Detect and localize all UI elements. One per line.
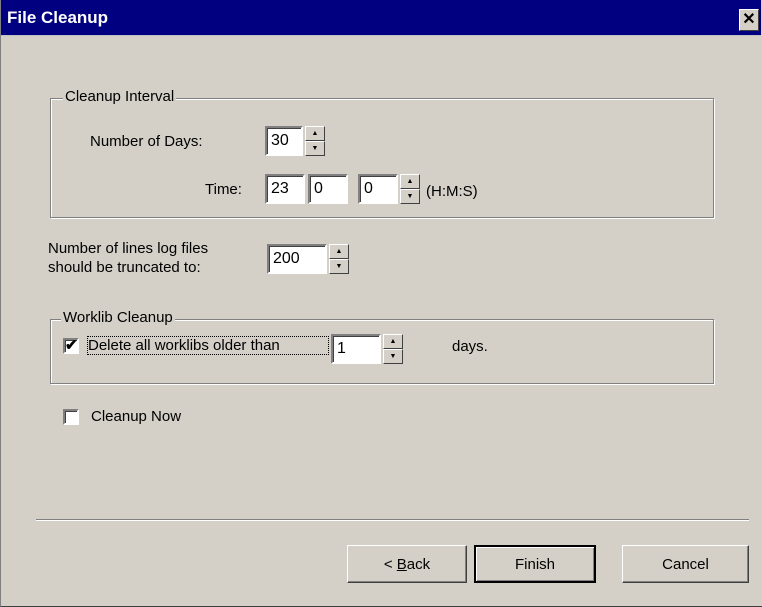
log-truncate-label-line2: should be truncated to: (48, 259, 201, 276)
dialog-title: File Cleanup (7, 8, 109, 27)
check-mark-icon: ✔ (65, 337, 78, 354)
close-button[interactable]: ✕ (739, 9, 759, 31)
time-format-label: (H:M:S) (426, 183, 478, 200)
title-bar[interactable]: File Cleanup ✕ (1, 0, 761, 36)
worklib-cleanup-group-title: Worklib Cleanup (61, 309, 175, 326)
delete-worklibs-checkbox[interactable]: ✔ (63, 338, 79, 354)
spin-down-icon[interactable]: ▼ (400, 189, 420, 204)
back-button-mnemonic: B (396, 555, 407, 573)
finish-button[interactable]: Finish (474, 545, 596, 583)
log-lines-spinner[interactable]: ▲ ▼ (329, 244, 349, 274)
back-button-prefix: < (383, 555, 397, 573)
file-cleanup-dialog: File Cleanup ✕ Cleanup Interval Number o… (0, 0, 762, 607)
spin-up-icon[interactable]: ▲ (400, 174, 420, 189)
number-of-days-field[interactable]: 30 (265, 126, 303, 156)
spin-up-icon[interactable]: ▲ (305, 126, 325, 141)
log-lines-field[interactable]: 200 (267, 244, 327, 274)
worklib-days-suffix: days. (452, 338, 488, 355)
back-button[interactable]: < Back (347, 545, 467, 583)
cancel-button-label: Cancel (662, 555, 709, 573)
back-button-rest: ack (406, 555, 431, 573)
spin-up-icon[interactable]: ▲ (329, 244, 349, 259)
cleanup-now-label[interactable]: Cleanup Now (91, 408, 181, 425)
seconds-field[interactable]: 0 (358, 174, 398, 204)
time-label: Time: (205, 181, 242, 198)
close-icon: ✕ (742, 11, 756, 28)
number-of-days-spinner[interactable]: ▲ ▼ (305, 126, 325, 156)
cleanup-interval-group-title: Cleanup Interval (63, 88, 177, 105)
hours-field[interactable]: 23 (265, 174, 305, 204)
spin-down-icon[interactable]: ▼ (329, 259, 349, 274)
cancel-button[interactable]: Cancel (622, 545, 749, 583)
log-truncate-label-line1: Number of lines log files (48, 240, 209, 257)
spin-down-icon[interactable]: ▼ (383, 349, 403, 364)
worklib-days-spinner[interactable]: ▲ ▼ (383, 334, 403, 364)
cleanup-now-checkbox[interactable] (63, 409, 79, 425)
number-of-days-label: Number of Days: (90, 133, 203, 150)
finish-button-label: Finish (514, 555, 555, 573)
spin-down-icon[interactable]: ▼ (305, 141, 325, 156)
minutes-field[interactable]: 0 (308, 174, 348, 204)
time-spinner[interactable]: ▲ ▼ (400, 174, 420, 204)
delete-worklibs-label[interactable]: Delete all worklibs older than (87, 336, 329, 355)
worklib-days-field[interactable]: 1 (331, 334, 381, 364)
button-separator (36, 519, 749, 521)
spin-up-icon[interactable]: ▲ (383, 334, 403, 349)
